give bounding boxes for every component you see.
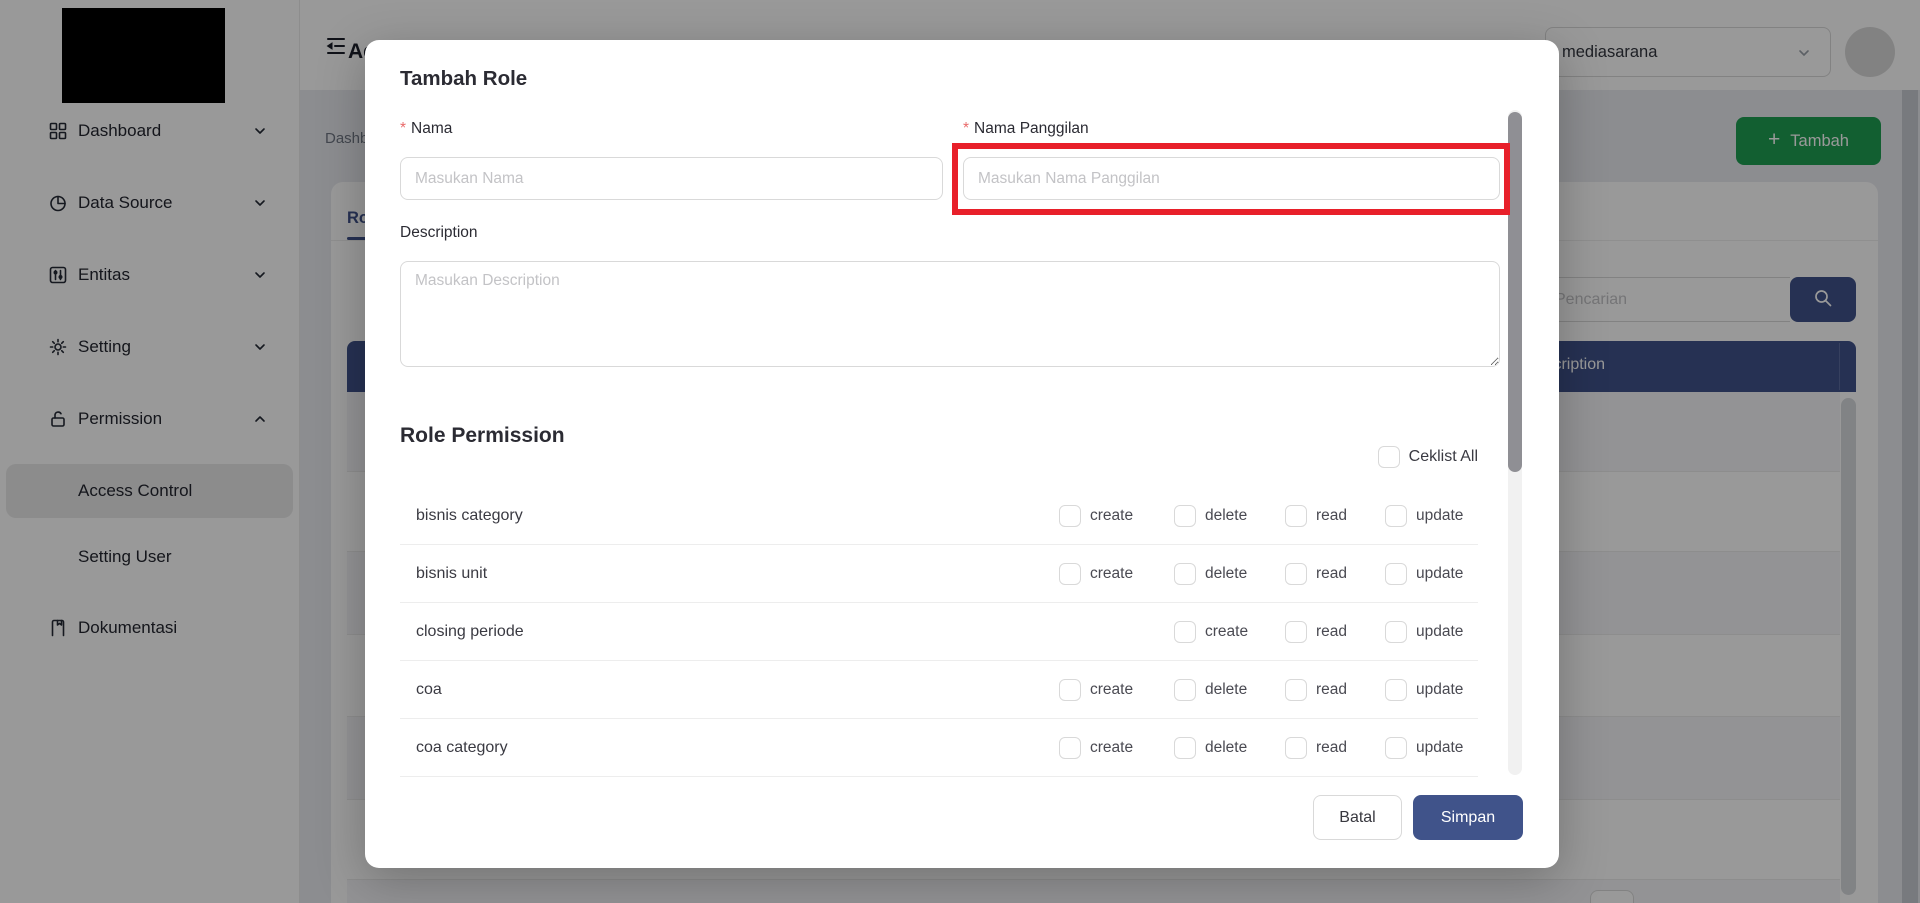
permission-checkbox[interactable] [1174, 563, 1196, 585]
action-label: update [1416, 507, 1463, 525]
action-label: delete [1205, 739, 1247, 757]
action-label: create [1090, 565, 1133, 583]
permission-resource-label: bisnis unit [416, 565, 487, 583]
nama-input[interactable] [400, 157, 943, 200]
check-all-checkbox[interactable] [1378, 446, 1400, 468]
permission-resource-label: bisnis category [416, 507, 523, 525]
permission-checkbox[interactable] [1385, 563, 1407, 585]
nama-panggilan-input[interactable] [963, 157, 1500, 200]
permission-checkbox[interactable] [1059, 505, 1081, 527]
permission-resource-label: coa [416, 681, 442, 699]
action-label: update [1416, 565, 1463, 583]
modal-title: Tambah Role [400, 67, 527, 91]
permission-checkbox[interactable] [1174, 679, 1196, 701]
permission-checkbox[interactable] [1059, 679, 1081, 701]
action-label: read [1316, 565, 1347, 583]
permission-checkbox[interactable] [1174, 737, 1196, 759]
check-all-row: Ceklist All [400, 444, 1478, 470]
permission-actions: create delete read update [1059, 505, 1478, 527]
permission-row-bisnis-unit: bisnis unit create delete read update [400, 545, 1478, 603]
permission-checkbox[interactable] [1174, 505, 1196, 527]
modal-scrollbar-thumb[interactable] [1508, 112, 1522, 472]
action-label: read [1316, 681, 1347, 699]
check-all-label: Ceklist All [1409, 448, 1478, 466]
permission-row-coa: coa create delete read update [400, 661, 1478, 719]
permission-actions: create read update [1059, 621, 1478, 643]
action-label: read [1316, 623, 1347, 641]
cancel-button[interactable]: Batal [1313, 795, 1402, 840]
permission-actions: create delete read update [1059, 679, 1478, 701]
action-label: update [1416, 739, 1463, 757]
action-label: delete [1205, 565, 1247, 583]
permission-checkbox[interactable] [1174, 621, 1196, 643]
description-label: Description [400, 224, 478, 242]
permission-checkbox[interactable] [1285, 621, 1307, 643]
permission-row-bisnis-category: bisnis category create delete read updat… [400, 487, 1478, 545]
permission-checkbox[interactable] [1285, 563, 1307, 585]
action-label: create [1090, 739, 1133, 757]
permission-checkbox[interactable] [1385, 505, 1407, 527]
app-root: Dashboard Data Source Entitas Setting [0, 0, 1920, 903]
permission-checkbox[interactable] [1285, 679, 1307, 701]
permission-row-closing-periode: closing periode create read update [400, 603, 1478, 661]
permission-actions: create delete read update [1059, 563, 1478, 585]
description-textarea[interactable] [400, 261, 1500, 367]
permission-checkbox[interactable] [1285, 737, 1307, 759]
permission-resource-label: closing periode [416, 623, 524, 641]
action-label: create [1205, 623, 1248, 641]
action-label: read [1316, 507, 1347, 525]
action-label: create [1090, 507, 1133, 525]
permission-checkbox[interactable] [1059, 563, 1081, 585]
action-label: delete [1205, 681, 1247, 699]
required-asterisk: * [400, 120, 406, 137]
action-label: create [1090, 681, 1133, 699]
permission-checkbox[interactable] [1385, 621, 1407, 643]
nama-label: *Nama [400, 120, 452, 138]
permission-checkbox[interactable] [1385, 679, 1407, 701]
tambah-role-modal: Tambah Role *Nama *Nama Panggilan Descri… [365, 40, 1559, 868]
permission-actions: create delete read update [1059, 737, 1478, 759]
nama-panggilan-label: *Nama Panggilan [963, 120, 1089, 138]
save-button[interactable]: Simpan [1413, 795, 1523, 840]
permission-checkbox[interactable] [1059, 737, 1081, 759]
action-label: delete [1205, 507, 1247, 525]
action-label: update [1416, 681, 1463, 699]
permission-resource-label: coa category [416, 739, 508, 757]
required-asterisk: * [963, 120, 969, 137]
action-label: read [1316, 739, 1347, 757]
permission-checkbox[interactable] [1385, 737, 1407, 759]
permission-row-coa-category: coa category create delete read update [400, 719, 1478, 777]
permission-checkbox[interactable] [1285, 505, 1307, 527]
action-label: update [1416, 623, 1463, 641]
